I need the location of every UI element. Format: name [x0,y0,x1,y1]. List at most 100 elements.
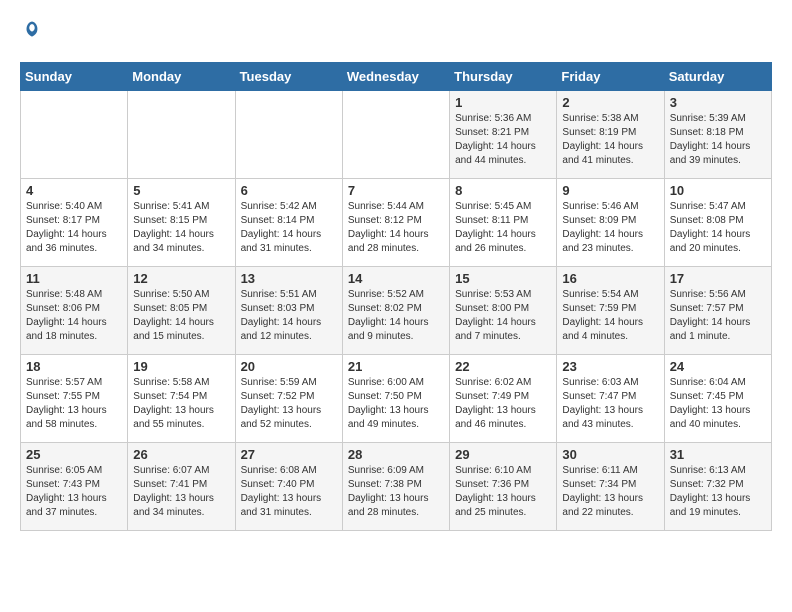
day-number: 25 [26,447,122,462]
calendar-week-row: 4 Sunrise: 5:40 AM Sunset: 8:17 PM Daylig… [21,178,772,266]
day-number: 24 [670,359,766,374]
day-info: Sunrise: 5:48 AM Sunset: 8:06 PM Dayligh… [26,288,122,344]
calendar-cell: 6 Sunrise: 5:42 AM Sunset: 8:14 PM Daylig… [235,178,342,266]
day-number: 23 [562,359,658,374]
calendar-week-row: 25 Sunrise: 6:05 AM Sunset: 7:43 PM Dayli… [21,442,772,530]
day-info: Sunrise: 6:04 AM Sunset: 7:45 PM Dayligh… [670,376,766,432]
calendar-cell: 28 Sunrise: 6:09 AM Sunset: 7:38 PM Dayli… [342,442,449,530]
calendar-cell: 16 Sunrise: 5:54 AM Sunset: 7:59 PM Dayli… [557,266,664,354]
calendar-cell: 7 Sunrise: 5:44 AM Sunset: 8:12 PM Daylig… [342,178,449,266]
day-info: Sunrise: 6:13 AM Sunset: 7:32 PM Dayligh… [670,464,766,520]
day-info: Sunrise: 5:54 AM Sunset: 7:59 PM Dayligh… [562,288,658,344]
day-number: 15 [455,271,551,286]
day-info: Sunrise: 5:44 AM Sunset: 8:12 PM Dayligh… [348,200,444,256]
day-info: Sunrise: 6:09 AM Sunset: 7:38 PM Dayligh… [348,464,444,520]
calendar-cell: 22 Sunrise: 6:02 AM Sunset: 7:49 PM Dayli… [450,354,557,442]
day-info: Sunrise: 5:36 AM Sunset: 8:21 PM Dayligh… [455,112,551,168]
calendar-cell: 15 Sunrise: 5:53 AM Sunset: 8:00 PM Dayli… [450,266,557,354]
calendar-cell [235,90,342,178]
calendar-cell: 9 Sunrise: 5:46 AM Sunset: 8:09 PM Daylig… [557,178,664,266]
day-info: Sunrise: 5:42 AM Sunset: 8:14 PM Dayligh… [241,200,337,256]
calendar-cell: 23Sunrise: 6:03 AM Sunset: 7:47 PM Dayli… [557,354,664,442]
calendar-cell: 5 Sunrise: 5:41 AM Sunset: 8:15 PM Daylig… [128,178,235,266]
day-number: 20 [241,359,337,374]
weekday-header-wednesday: Wednesday [342,62,449,90]
day-number: 18 [26,359,122,374]
day-info: Sunrise: 6:11 AM Sunset: 7:34 PM Dayligh… [562,464,658,520]
day-info: Sunrise: 5:46 AM Sunset: 8:09 PM Dayligh… [562,200,658,256]
day-number: 8 [455,183,551,198]
weekday-header-sunday: Sunday [21,62,128,90]
calendar-cell: 14 Sunrise: 5:52 AM Sunset: 8:02 PM Dayli… [342,266,449,354]
calendar-cell: 3 Sunrise: 5:39 AM Sunset: 8:18 PM Daylig… [664,90,771,178]
day-number: 28 [348,447,444,462]
day-info: Sunrise: 5:57 AM Sunset: 7:55 PM Dayligh… [26,376,122,432]
calendar-cell: 12 Sunrise: 5:50 AM Sunset: 8:05 PM Dayli… [128,266,235,354]
day-info: Sunrise: 5:38 AM Sunset: 8:19 PM Dayligh… [562,112,658,168]
weekday-header-friday: Friday [557,62,664,90]
logo [20,20,42,46]
day-number: 14 [348,271,444,286]
calendar-cell [128,90,235,178]
day-number: 29 [455,447,551,462]
day-info: Sunrise: 6:00 AM Sunset: 7:50 PM Dayligh… [348,376,444,432]
day-number: 19 [133,359,229,374]
calendar-cell: 20Sunrise: 5:59 AM Sunset: 7:52 PM Dayli… [235,354,342,442]
calendar-cell: 17 Sunrise: 5:56 AM Sunset: 7:57 PM Dayli… [664,266,771,354]
calendar-cell: 10Sunrise: 5:47 AM Sunset: 8:08 PM Dayli… [664,178,771,266]
day-info: Sunrise: 5:51 AM Sunset: 8:03 PM Dayligh… [241,288,337,344]
day-info: Sunrise: 5:40 AM Sunset: 8:17 PM Dayligh… [26,200,122,256]
day-info: Sunrise: 5:41 AM Sunset: 8:15 PM Dayligh… [133,200,229,256]
day-number: 7 [348,183,444,198]
weekday-header-thursday: Thursday [450,62,557,90]
calendar-cell: 27 Sunrise: 6:08 AM Sunset: 7:40 PM Dayli… [235,442,342,530]
weekday-header-monday: Monday [128,62,235,90]
day-info: Sunrise: 5:39 AM Sunset: 8:18 PM Dayligh… [670,112,766,168]
calendar-cell: 8Sunrise: 5:45 AM Sunset: 8:11 PM Daylig… [450,178,557,266]
calendar-cell: 19 Sunrise: 5:58 AM Sunset: 7:54 PM Dayli… [128,354,235,442]
day-number: 12 [133,271,229,286]
calendar-week-row: 11 Sunrise: 5:48 AM Sunset: 8:06 PM Dayli… [21,266,772,354]
calendar-cell: 2 Sunrise: 5:38 AM Sunset: 8:19 PM Daylig… [557,90,664,178]
calendar-cell: 18 Sunrise: 5:57 AM Sunset: 7:55 PM Dayli… [21,354,128,442]
day-info: Sunrise: 6:08 AM Sunset: 7:40 PM Dayligh… [241,464,337,520]
day-number: 13 [241,271,337,286]
calendar-cell: 11 Sunrise: 5:48 AM Sunset: 8:06 PM Dayli… [21,266,128,354]
calendar-cell: 30 Sunrise: 6:11 AM Sunset: 7:34 PM Dayli… [557,442,664,530]
calendar-cell [21,90,128,178]
page-header [20,20,772,46]
calendar-cell: 29 Sunrise: 6:10 AM Sunset: 7:36 PM Dayli… [450,442,557,530]
day-info: Sunrise: 6:05 AM Sunset: 7:43 PM Dayligh… [26,464,122,520]
day-number: 30 [562,447,658,462]
day-info: Sunrise: 5:53 AM Sunset: 8:00 PM Dayligh… [455,288,551,344]
day-number: 17 [670,271,766,286]
calendar-table: SundayMondayTuesdayWednesdayThursdayFrid… [20,62,772,531]
day-number: 22 [455,359,551,374]
calendar-cell: 24 Sunrise: 6:04 AM Sunset: 7:45 PM Dayli… [664,354,771,442]
weekday-header-tuesday: Tuesday [235,62,342,90]
day-number: 2 [562,95,658,110]
day-info: Sunrise: 5:58 AM Sunset: 7:54 PM Dayligh… [133,376,229,432]
day-number: 27 [241,447,337,462]
day-number: 11 [26,271,122,286]
day-number: 3 [670,95,766,110]
day-info: Sunrise: 5:50 AM Sunset: 8:05 PM Dayligh… [133,288,229,344]
day-info: Sunrise: 5:52 AM Sunset: 8:02 PM Dayligh… [348,288,444,344]
calendar-cell: 13 Sunrise: 5:51 AM Sunset: 8:03 PM Dayli… [235,266,342,354]
day-number: 31 [670,447,766,462]
day-number: 16 [562,271,658,286]
day-info: Sunrise: 6:02 AM Sunset: 7:49 PM Dayligh… [455,376,551,432]
day-info: Sunrise: 6:10 AM Sunset: 7:36 PM Dayligh… [455,464,551,520]
day-number: 6 [241,183,337,198]
calendar-cell: 1Sunrise: 5:36 AM Sunset: 8:21 PM Daylig… [450,90,557,178]
calendar-cell: 4 Sunrise: 5:40 AM Sunset: 8:17 PM Daylig… [21,178,128,266]
calendar-cell: 26Sunrise: 6:07 AM Sunset: 7:41 PM Dayli… [128,442,235,530]
calendar-week-row: 18 Sunrise: 5:57 AM Sunset: 7:55 PM Dayli… [21,354,772,442]
day-number: 9 [562,183,658,198]
day-info: Sunrise: 5:56 AM Sunset: 7:57 PM Dayligh… [670,288,766,344]
day-info: Sunrise: 6:07 AM Sunset: 7:41 PM Dayligh… [133,464,229,520]
calendar-cell: 21Sunrise: 6:00 AM Sunset: 7:50 PM Dayli… [342,354,449,442]
day-number: 4 [26,183,122,198]
day-number: 5 [133,183,229,198]
calendar-week-row: 1Sunrise: 5:36 AM Sunset: 8:21 PM Daylig… [21,90,772,178]
